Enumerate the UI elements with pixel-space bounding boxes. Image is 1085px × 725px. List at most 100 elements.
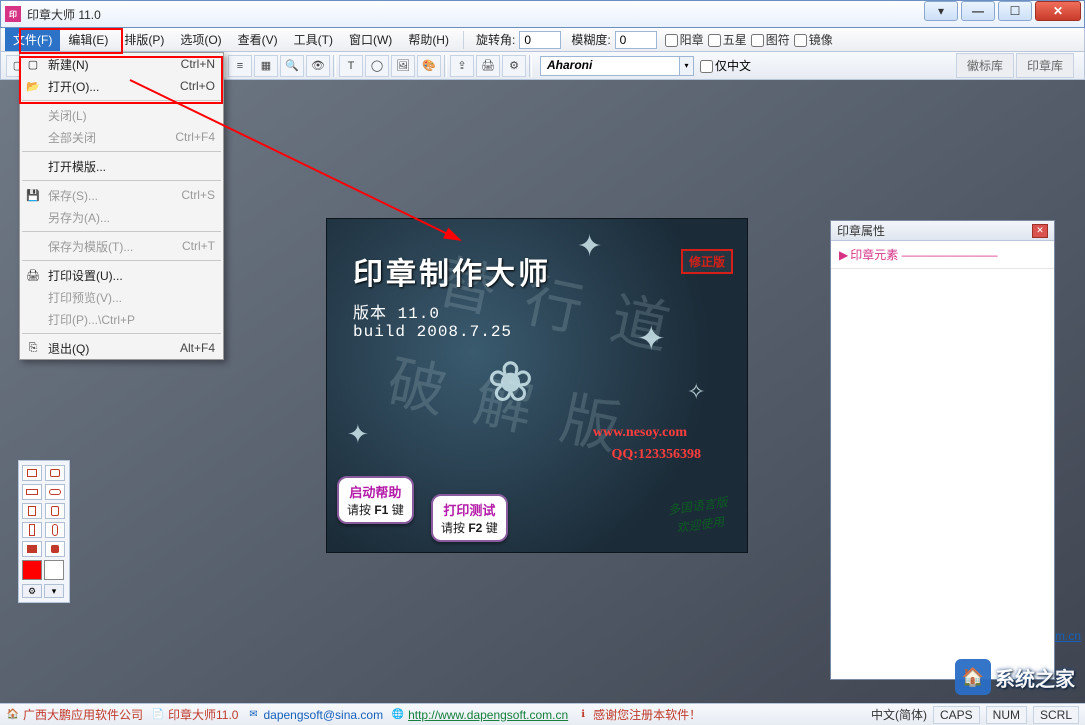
check-mirror[interactable]: 镜像 xyxy=(794,31,833,48)
new-file-icon: ▢ xyxy=(25,56,41,72)
shape-btn[interactable] xyxy=(22,522,42,538)
shape-btn[interactable] xyxy=(22,541,42,557)
color-swatch-white[interactable] xyxy=(44,560,64,580)
splash-title: 印章制作大师 xyxy=(353,249,551,293)
font-select[interactable]: Aharoni xyxy=(540,56,680,76)
splash-badge: 修正版 xyxy=(681,249,733,274)
exit-icon: ⎘ xyxy=(25,340,41,356)
check-star[interactable]: 五星 xyxy=(708,31,747,48)
left-palette: ⚙▾ xyxy=(18,460,70,603)
menu-layout[interactable]: 排版(P) xyxy=(116,28,172,51)
menu-item-print-preview: 打印预览(V)... xyxy=(20,286,223,308)
status-caps: CAPS xyxy=(933,706,980,724)
tool-shape-icon[interactable]: ◯ xyxy=(365,55,389,77)
color-swatch-red[interactable] xyxy=(22,560,42,580)
splash-url: www.nesoy.com xyxy=(593,425,687,441)
menu-item-save-as: 另存为(A)... xyxy=(20,206,223,228)
palette-dropdown-icon[interactable]: ▾ xyxy=(44,584,64,598)
open-file-icon: 📂 xyxy=(25,78,41,94)
leaf-icon: ✦ xyxy=(347,419,369,450)
blur-input[interactable]: 0 xyxy=(615,31,657,49)
email-icon: ✉ xyxy=(246,708,260,722)
rotate-input[interactable]: 0 xyxy=(519,31,561,49)
window-dropdown-button[interactable] xyxy=(924,1,958,21)
titlebar: 印 印章大师 11.0 xyxy=(0,0,1085,28)
menu-item-new[interactable]: ▢新建(N)Ctrl+N xyxy=(20,53,223,75)
tool-preview-icon[interactable]: 👁 xyxy=(306,55,330,77)
tool-color-icon[interactable]: 🎨 xyxy=(417,55,441,77)
shape-btn[interactable] xyxy=(22,503,42,519)
status-product: 印章大师11.0 xyxy=(168,706,238,723)
menu-item-close: 关闭(L) xyxy=(20,104,223,126)
print-setup-icon: 🖨 xyxy=(25,267,41,283)
shape-btn[interactable] xyxy=(45,484,65,500)
menu-item-save-template: 保存为模版(T)...Ctrl+T xyxy=(20,235,223,257)
tool-image-icon[interactable]: 🖼 xyxy=(391,55,415,77)
save-icon: 💾 xyxy=(25,187,41,203)
status-scrl: SCRL xyxy=(1033,706,1079,724)
status-web-link[interactable]: http://www.dapengsoft.com.cn xyxy=(408,708,568,722)
font-dropdown-icon[interactable]: ▾ xyxy=(680,56,694,76)
shape-btn[interactable] xyxy=(45,522,65,538)
info-icon: ℹ xyxy=(576,708,590,722)
tool-text-icon[interactable]: T xyxy=(339,55,363,77)
statusbar: 🏠广西大鹏应用软件公司 📄印章大师11.0 ✉dapengsoft@sina.c… xyxy=(0,703,1085,725)
shape-btn[interactable] xyxy=(45,541,65,557)
property-panel-title: 印章属性 ✕ xyxy=(831,221,1054,241)
menu-tools[interactable]: 工具(T) xyxy=(286,28,341,51)
leaf-icon: ✧ xyxy=(687,379,705,405)
app-icon: 印 xyxy=(5,6,21,22)
menu-view[interactable]: 查看(V) xyxy=(230,28,286,51)
shape-btn[interactable] xyxy=(45,465,65,481)
menu-item-print-setup[interactable]: 🖨打印设置(U)... xyxy=(20,264,223,286)
site-watermark: 🏠 系统之家 xyxy=(955,659,1075,695)
globe-icon: 🌐 xyxy=(391,708,405,722)
tool-zoom-icon[interactable]: 🔍 xyxy=(280,55,304,77)
splash-multilang: 多国语言版 欢迎使用 xyxy=(667,492,732,538)
tool-settings-icon[interactable]: ⚙ xyxy=(502,55,526,77)
tab-seal-lib[interactable]: 印章库 xyxy=(1016,53,1074,78)
check-yang[interactable]: 阳章 xyxy=(665,31,704,48)
menu-item-open-template[interactable]: 打开模版... xyxy=(20,155,223,177)
status-email-link[interactable]: dapengsoft@sina.com xyxy=(263,708,383,722)
blur-label: 模糊度: xyxy=(571,31,610,48)
status-lang: 中文(简体) xyxy=(871,706,927,724)
window-title: 印章大师 11.0 xyxy=(27,6,1080,23)
shape-btn[interactable] xyxy=(45,503,65,519)
close-button[interactable] xyxy=(1035,1,1081,21)
check-symbol[interactable]: 图符 xyxy=(751,31,790,48)
tool-export-icon[interactable]: ⇪ xyxy=(450,55,474,77)
splash-panel: 替 行 道 破 解 版 ✦ ❀ ✦ ✦ ✧ 印章制作大师 版本 11.0 bui… xyxy=(326,218,748,553)
menu-window[interactable]: 窗口(W) xyxy=(341,28,400,51)
tool-print-icon[interactable]: 🖨 xyxy=(476,55,500,77)
rotate-label: 旋转角: xyxy=(476,31,515,48)
maximize-button[interactable] xyxy=(998,1,1032,21)
menu-help[interactable]: 帮助(H) xyxy=(400,28,457,51)
property-section[interactable]: ▶印章元素 ———————— xyxy=(831,241,1054,269)
shape-btn[interactable] xyxy=(22,465,42,481)
menu-item-open[interactable]: 📂打开(O)...Ctrl+O xyxy=(20,75,223,97)
shape-btn[interactable] xyxy=(22,484,42,500)
palette-tool-icon[interactable]: ⚙ xyxy=(22,584,42,598)
watermark-logo-icon: 🏠 xyxy=(955,659,991,695)
check-cn-only[interactable]: 仅中文 xyxy=(700,57,751,74)
menu-item-close-all: 全部关闭Ctrl+F4 xyxy=(20,126,223,148)
menu-item-print: 打印(P)...\Ctrl+P xyxy=(20,308,223,330)
menu-item-exit[interactable]: ⎘退出(Q)Alt+F4 xyxy=(20,337,223,359)
status-register: 感谢您注册本软件！ xyxy=(593,706,701,723)
leaf-icon: ❀ xyxy=(487,349,534,415)
home-icon: 🏠 xyxy=(6,708,20,722)
tool-grid-icon[interactable]: ▦ xyxy=(254,55,278,77)
minimize-button[interactable] xyxy=(961,1,995,21)
menu-file[interactable]: 文件(F) xyxy=(5,28,60,51)
tool-align-icon[interactable]: ≡ xyxy=(228,55,252,77)
tab-logo-lib[interactable]: 徽标库 xyxy=(956,53,1014,78)
splash-version: 版本 11.0 xyxy=(353,299,440,323)
help-button[interactable]: 启动帮助 请按 F1 键 xyxy=(337,476,414,524)
property-close-icon[interactable]: ✕ xyxy=(1032,224,1048,238)
print-test-button[interactable]: 打印测试 请按 F2 键 xyxy=(431,494,508,542)
menu-item-save: 💾保存(S)...Ctrl+S xyxy=(20,184,223,206)
menu-edit[interactable]: 编辑(E) xyxy=(60,28,116,51)
menubar: 文件(F) 编辑(E) 排版(P) 选项(O) 查看(V) 工具(T) 窗口(W… xyxy=(0,28,1085,52)
menu-options[interactable]: 选项(O) xyxy=(172,28,229,51)
